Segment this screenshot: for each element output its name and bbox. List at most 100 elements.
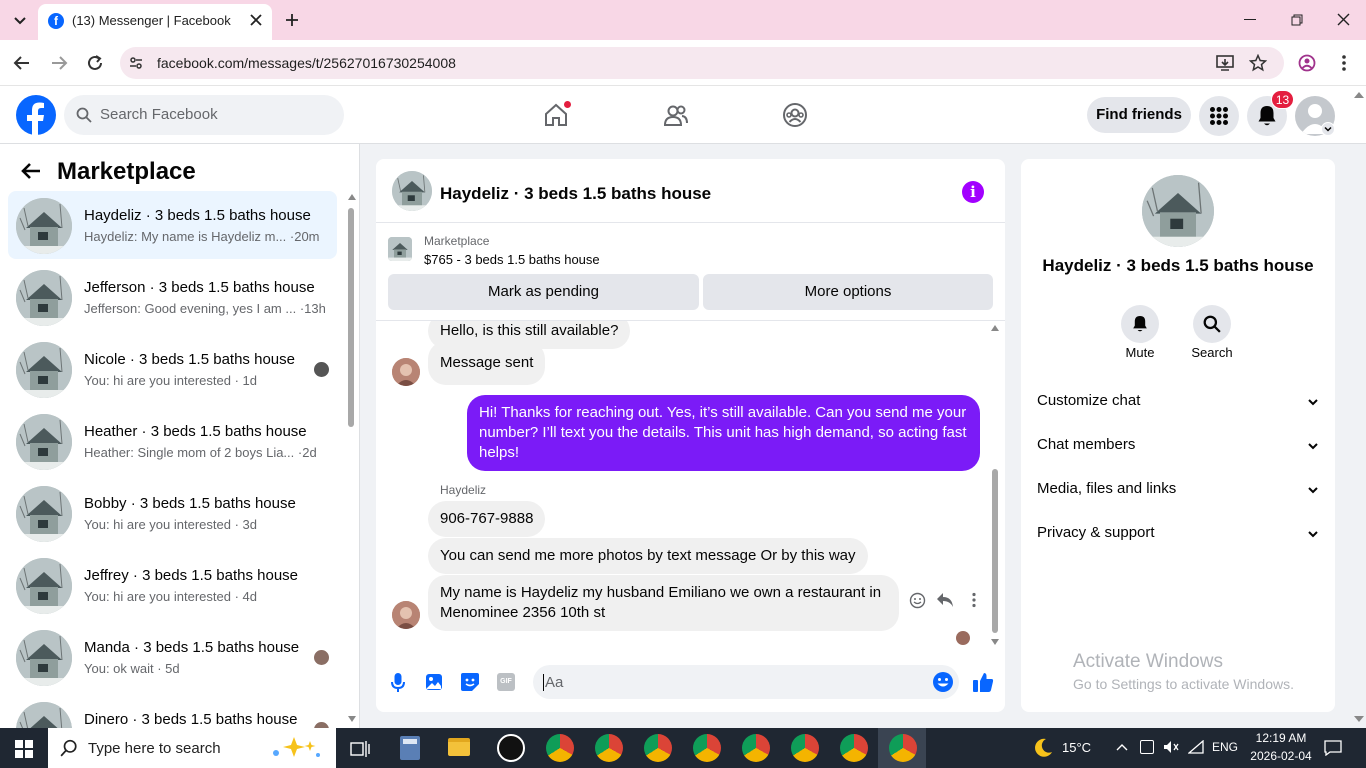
conversation-avatar[interactable] — [1142, 175, 1214, 247]
conversation-row[interactable]: Jeffrey · 3 beds 1.5 baths house You: hi … — [8, 551, 337, 619]
chrome-icon[interactable] — [644, 734, 672, 762]
account-chevron-icon[interactable] — [1321, 122, 1335, 136]
chrome-icon[interactable] — [595, 734, 623, 762]
more-actions-icon[interactable] — [972, 592, 976, 608]
weather-moon-icon[interactable] — [1032, 737, 1054, 759]
minimize-icon[interactable] — [1244, 19, 1256, 20]
microphone-icon[interactable] — [390, 672, 406, 694]
chrome-icon[interactable] — [791, 734, 819, 762]
home-icon[interactable] — [543, 100, 572, 128]
volume-icon[interactable] — [1163, 740, 1179, 754]
scroll-down-icon[interactable] — [348, 716, 356, 722]
emoji-picker-icon[interactable] — [932, 671, 954, 693]
chat-members-section[interactable]: Chat members — [1037, 436, 1319, 460]
scrollbar-thumb[interactable] — [348, 208, 354, 427]
media-files-links-section[interactable]: Media, files and links — [1037, 480, 1319, 504]
back-arrow-icon[interactable] — [13, 55, 31, 71]
temperature[interactable]: 15°C — [1062, 740, 1091, 755]
groups-icon[interactable] — [782, 102, 808, 128]
back-arrow-icon[interactable] — [20, 161, 42, 181]
more-options-button[interactable]: More options — [703, 274, 993, 310]
browser-menu-icon[interactable] — [1342, 54, 1346, 72]
customize-chat-section[interactable]: Customize chat — [1037, 392, 1319, 416]
scrollbar-track[interactable] — [346, 194, 356, 728]
network-icon[interactable] — [1140, 740, 1154, 754]
scrollbar-thumb[interactable] — [992, 469, 998, 633]
forward-arrow-icon[interactable] — [50, 55, 68, 71]
profile-icon[interactable] — [1298, 54, 1316, 72]
capcut-icon[interactable] — [497, 734, 525, 762]
message-bubble[interactable]: You can send me more photos by text mess… — [428, 538, 868, 574]
message-bubble[interactable]: Message sent — [428, 341, 546, 385]
message-input[interactable]: Aa — [533, 665, 959, 699]
windows-start-icon[interactable] — [15, 740, 33, 758]
page-scroll-down-icon[interactable] — [1354, 716, 1364, 722]
chat-title[interactable]: Haydeliz · 3 beds 1.5 baths house — [440, 184, 711, 204]
find-friends-button[interactable]: Find friends — [1087, 97, 1191, 133]
contact-avatar[interactable] — [392, 601, 420, 629]
tab-close-icon[interactable] — [248, 12, 264, 28]
photo-icon[interactable] — [425, 673, 443, 691]
info-icon[interactable]: i — [962, 181, 984, 203]
my-message-bubble[interactable]: Hi! Thanks for reaching out. Yes, it’s s… — [467, 395, 980, 471]
tab-search-chevron-icon[interactable] — [12, 12, 28, 28]
conversation-row[interactable]: Dinero · 3 beds 1.5 baths house — [8, 695, 337, 728]
message-bubble[interactable]: My name is Haydeliz my husband Emiliano … — [428, 575, 899, 631]
privacy-support-section[interactable]: Privacy & support — [1037, 524, 1319, 548]
conversation-row[interactable]: Nicole · 3 beds 1.5 baths house You: hi a… — [8, 335, 337, 403]
conversation-snippet: You: ok wait · 5d — [84, 661, 180, 676]
page-scroll-up-icon[interactable] — [1354, 92, 1364, 98]
conversation-row[interactable]: Manda · 3 beds 1.5 baths house You: ok wa… — [8, 623, 337, 691]
reply-icon[interactable] — [936, 592, 954, 608]
taskbar-search-box[interactable]: Type here to search — [48, 728, 336, 768]
clock-time[interactable]: 12:19 AM — [1248, 731, 1314, 745]
new-tab-icon[interactable] — [284, 12, 300, 28]
facebook-search-box[interactable]: Search Facebook — [64, 95, 344, 135]
react-emoji-icon[interactable] — [909, 592, 926, 609]
contact-avatar[interactable] — [392, 358, 420, 386]
bookmark-star-icon[interactable] — [1249, 54, 1267, 72]
scroll-down-icon[interactable] — [991, 639, 999, 645]
window-close-icon[interactable] — [1337, 13, 1350, 26]
site-info-icon[interactable] — [128, 55, 144, 71]
conversation-row[interactable]: Heather · 3 beds 1.5 baths house Heather:… — [8, 407, 337, 475]
listing-description[interactable]: $765 - 3 beds 1.5 baths house — [424, 252, 600, 267]
chat-header-avatar[interactable] — [392, 171, 432, 211]
message-bubble[interactable]: 906-767-9888 — [428, 501, 546, 537]
conversation-row[interactable]: Jefferson · 3 beds 1.5 baths house Jeffer… — [8, 263, 337, 331]
tray-chevron-icon[interactable] — [1116, 742, 1128, 752]
address-bar[interactable]: facebook.com/messages/t/2562701673025400… — [120, 47, 1284, 79]
chrome-icon[interactable] — [840, 734, 868, 762]
scroll-up-icon[interactable] — [991, 325, 999, 331]
chrome-icon[interactable] — [742, 734, 770, 762]
reload-icon[interactable] — [86, 54, 104, 72]
listing-thumbnail[interactable] — [388, 237, 412, 261]
chrome-icon[interactable] — [546, 734, 574, 762]
like-thumb-icon[interactable] — [972, 671, 994, 693]
mute-button[interactable] — [1121, 305, 1159, 343]
install-app-icon[interactable] — [1216, 54, 1234, 72]
clock-date[interactable]: 2026-02-04 — [1248, 749, 1314, 763]
notification-center-icon[interactable] — [1324, 740, 1342, 756]
menu-button[interactable] — [1199, 96, 1239, 136]
notifications-button[interactable]: 13 — [1247, 90, 1294, 136]
input-language[interactable]: ENG — [1212, 740, 1238, 754]
scroll-up-icon[interactable] — [348, 194, 356, 200]
calculator-icon[interactable] — [400, 736, 420, 760]
mark-as-pending-button[interactable]: Mark as pending — [388, 274, 699, 310]
wifi-icon[interactable] — [1188, 740, 1204, 754]
task-view-icon[interactable] — [350, 740, 370, 758]
file-explorer-icon[interactable] — [448, 738, 470, 756]
search-conversation-button[interactable] — [1193, 305, 1231, 343]
chat-scrollbar[interactable] — [990, 323, 1000, 649]
conversation-row[interactable]: Haydeliz · 3 beds 1.5 baths house Haydeli… — [8, 191, 337, 259]
browser-tab[interactable]: f (13) Messenger | Facebook — [38, 4, 272, 40]
chrome-icon[interactable] — [693, 734, 721, 762]
facebook-logo-icon[interactable] — [16, 95, 56, 135]
conversation-row[interactable]: Bobby · 3 beds 1.5 baths house You: hi ar… — [8, 479, 337, 547]
restore-icon[interactable] — [1291, 14, 1303, 26]
chrome-icon[interactable] — [889, 734, 917, 762]
sticker-icon[interactable] — [460, 672, 480, 692]
friends-icon[interactable] — [663, 103, 689, 129]
gif-icon[interactable]: GIF — [497, 673, 515, 691]
